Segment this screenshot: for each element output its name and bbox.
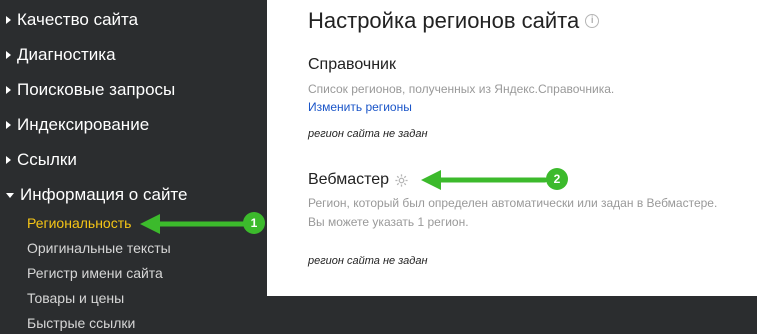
caret-right-icon (6, 156, 11, 164)
sidebar-item-label: Диагностика (17, 45, 116, 64)
directory-status: регион сайта не задан (308, 128, 428, 140)
change-regions-link[interactable]: Изменить регионы (308, 100, 412, 114)
main-content: Настройка регионов сайта i Справочник Сп… (267, 0, 757, 296)
caret-down-icon (6, 192, 14, 198)
directory-description: Список регионов, полученных из Яндекс.Сп… (308, 82, 615, 96)
sidebar-item-site-info[interactable]: Информация о сайте (6, 184, 188, 206)
sidebar-item-label: Индексирование (17, 115, 150, 134)
sidebar-item-search-queries[interactable]: Поисковые запросы (6, 79, 175, 101)
info-icon[interactable]: i (585, 14, 600, 28)
sidebar-item-site-quality[interactable]: Качество сайта (6, 9, 138, 31)
sidebar-subitem-regionality[interactable]: Региональность (27, 214, 131, 232)
sidebar-subitem-products-prices[interactable]: Товары и цены (27, 289, 124, 307)
annotation-badge-1: 1 (243, 212, 265, 234)
caret-right-icon (6, 51, 11, 59)
sidebar-subitem-quick-links[interactable]: Быстрые ссылки (27, 314, 135, 332)
section-title-webmaster: Вебмастер (308, 171, 409, 189)
sidebar-item-label: Поисковые запросы (17, 80, 176, 99)
page-title: Настройка регионов сайта i (308, 8, 600, 34)
sidebar-item-diagnostics[interactable]: Диагностика (6, 44, 116, 66)
sidebar-item-label: Ссылки (17, 150, 77, 169)
sidebar: Качество сайта Диагностика Поисковые зап… (0, 0, 267, 334)
gear-icon[interactable] (394, 173, 409, 188)
section-title-webmaster-text: Вебмастер (308, 171, 390, 188)
sidebar-item-label: Качество сайта (17, 10, 139, 29)
caret-right-icon (6, 16, 11, 24)
sidebar-subitem-site-name-case[interactable]: Регистр имени сайта (27, 264, 163, 282)
webmaster-description-line2: Вы можете указать 1 регион. (308, 215, 469, 229)
sidebar-item-label: Информация о сайте (20, 185, 188, 204)
caret-right-icon (6, 86, 11, 94)
caret-right-icon (6, 121, 11, 129)
sidebar-item-indexing[interactable]: Индексирование (6, 114, 149, 136)
webmaster-status: регион сайта не задан (308, 255, 428, 267)
page-title-text: Настройка регионов сайта (308, 8, 580, 33)
webmaster-description-line1: Регион, который был определен автоматиче… (308, 196, 718, 210)
section-title-directory: Справочник (308, 56, 396, 73)
sidebar-subitem-original-texts[interactable]: Оригинальные тексты (27, 239, 171, 257)
sidebar-item-links[interactable]: Ссылки (6, 149, 77, 171)
annotation-badge-2: 2 (546, 168, 568, 190)
